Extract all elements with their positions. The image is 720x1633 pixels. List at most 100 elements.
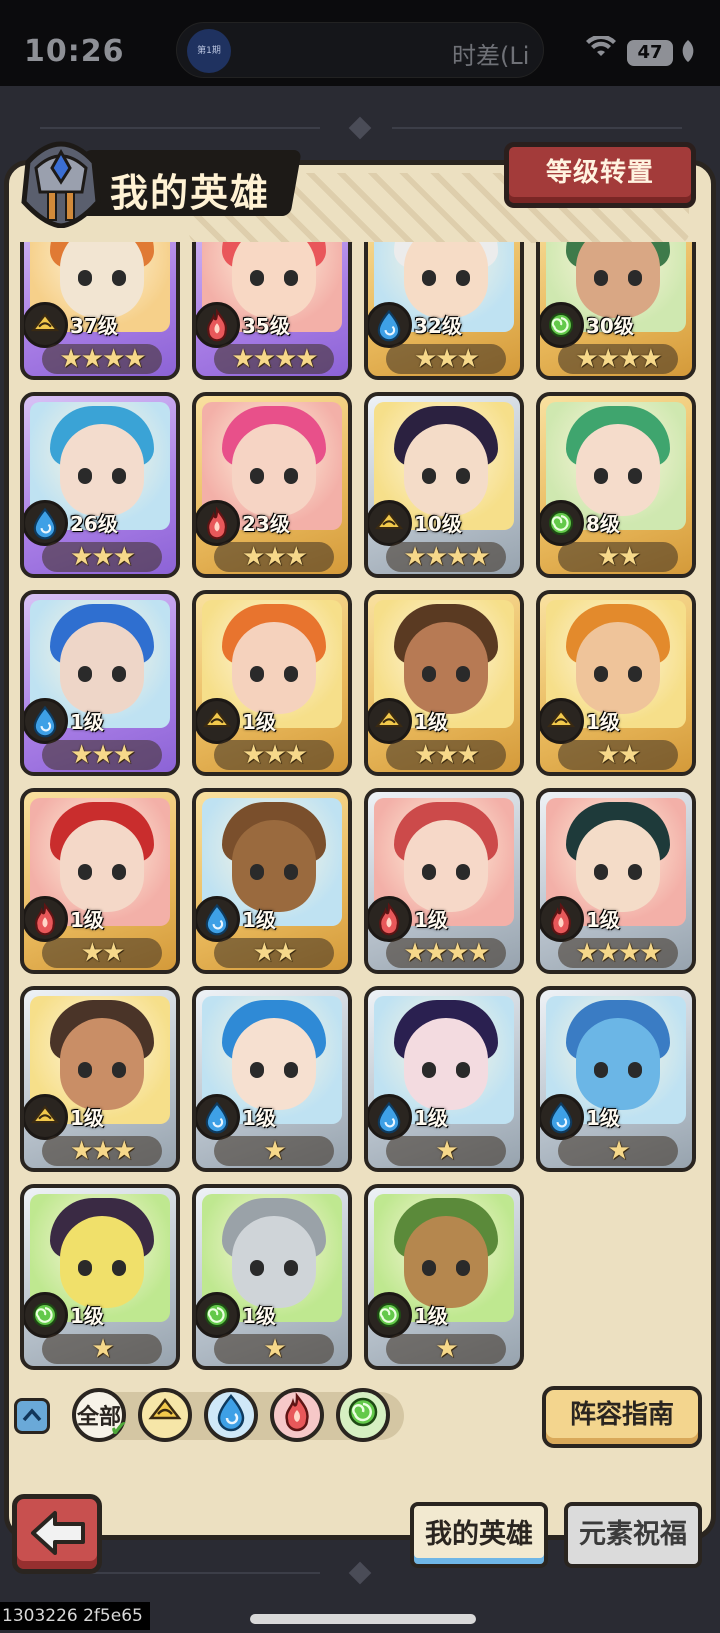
back-button[interactable]	[12, 1494, 102, 1574]
hero-card[interactable]: 1级 ★	[536, 986, 696, 1172]
earth-icon	[368, 698, 412, 744]
hero-level: 1级	[414, 710, 448, 734]
hero-stars: ★★★	[42, 740, 162, 770]
wind-swirl-icon	[540, 302, 584, 348]
hero-card[interactable]: 1级 ★★★	[192, 590, 352, 776]
hero-card[interactable]: 1级 ★★	[536, 590, 696, 776]
water-drop-icon	[196, 896, 240, 942]
level-reset-button[interactable]: 等级转置	[504, 142, 696, 208]
hero-card[interactable]: 32级 ★★★	[364, 242, 524, 380]
app-logo-icon: 第1期	[187, 29, 231, 73]
fire-icon	[196, 500, 240, 546]
earth-icon	[145, 1392, 185, 1439]
water-drop-icon	[368, 302, 412, 348]
status-carrier: 时差(Li	[452, 42, 530, 70]
fire-icon	[368, 896, 412, 942]
hero-grid[interactable]: 37级 ★★★★ 35级 ★★★★ 32级 ★★★ 30级 ★★★★ 26级 ★★★ 23级 ★★★ 1…	[20, 242, 700, 1392]
hero-card[interactable]: 1级 ★	[364, 986, 524, 1172]
filter-fire[interactable]	[270, 1388, 324, 1442]
helmet-icon	[21, 141, 101, 228]
fire-icon	[540, 896, 584, 942]
tab-my-heroes[interactable]: 我的英雄	[410, 1502, 548, 1568]
hero-stars: ★★★	[42, 1136, 162, 1166]
hero-card[interactable]: 35级 ★★★★	[192, 242, 352, 380]
hero-stars: ★★★	[42, 542, 162, 572]
earth-icon	[24, 302, 68, 348]
home-indicator[interactable]	[250, 1614, 476, 1624]
hero-card[interactable]: 1级 ★	[20, 1184, 180, 1370]
earth-icon	[540, 698, 584, 744]
hero-level: 1级	[242, 1106, 276, 1130]
wind-swirl-icon	[24, 1292, 68, 1338]
hero-stars: ★	[386, 1136, 506, 1166]
hero-stars: ★★★★	[558, 938, 678, 968]
hero-card[interactable]: 26级 ★★★	[20, 392, 180, 578]
page-header: 我的英雄	[18, 128, 302, 228]
hero-card[interactable]: 1级 ★	[364, 1184, 524, 1370]
hero-card[interactable]: 23级 ★★★	[192, 392, 352, 578]
hero-stars: ★★★★	[386, 938, 506, 968]
hero-level: 1级	[70, 1304, 104, 1328]
hero-level: 1级	[70, 908, 104, 932]
element-filter-bar: 全部 ✔	[14, 1388, 404, 1444]
hero-level: 1级	[414, 1304, 448, 1328]
hero-card[interactable]: 1级 ★★★	[20, 590, 180, 776]
fire-icon	[277, 1391, 317, 1439]
decorative-diamond	[348, 1561, 372, 1585]
filter-all[interactable]: 全部 ✔	[72, 1388, 128, 1442]
collapse-up-button[interactable]	[14, 1398, 50, 1434]
hero-card[interactable]: 1级 ★★	[20, 788, 180, 974]
hero-stars: ★★★★	[558, 344, 678, 374]
hero-card[interactable]: 37级 ★★★★	[20, 242, 180, 380]
hero-stars: ★	[42, 1334, 162, 1364]
hero-level: 1级	[586, 710, 620, 734]
hero-level: 32级	[414, 314, 462, 338]
checkmark-icon: ✔	[109, 1417, 128, 1442]
lineup-guide-button[interactable]: 阵容指南	[542, 1386, 702, 1448]
hero-card[interactable]: 1级 ★★★★	[536, 788, 696, 974]
hero-card[interactable]: 10级 ★★★★	[364, 392, 524, 578]
water-drop-icon	[24, 500, 68, 546]
leaf-icon	[681, 40, 695, 67]
wind-swirl-icon	[368, 1292, 412, 1338]
hero-stars: ★★★★	[214, 344, 334, 374]
hero-level: 1级	[70, 710, 104, 734]
hero-card[interactable]: 1级 ★★★★	[364, 788, 524, 974]
hero-stars: ★★★	[386, 740, 506, 770]
hero-stars: ★	[214, 1334, 334, 1364]
earth-icon	[24, 1094, 68, 1140]
hero-stars: ★★★	[214, 542, 334, 572]
status-time: 10:26	[24, 34, 125, 69]
hero-stars: ★★★★	[386, 542, 506, 572]
hero-card[interactable]: 1级 ★★★	[20, 986, 180, 1172]
hero-card[interactable]: 1级 ★	[192, 986, 352, 1172]
hero-level: 1级	[242, 1304, 276, 1328]
hero-level: 10级	[414, 512, 462, 536]
hero-stars: ★	[558, 1136, 678, 1166]
water-drop-icon	[24, 698, 68, 744]
filter-wind[interactable]	[336, 1388, 390, 1442]
hero-level: 37级	[70, 314, 118, 338]
filter-water[interactable]	[204, 1388, 258, 1442]
hero-card[interactable]: 30级 ★★★★	[536, 242, 696, 380]
water-drop-icon	[368, 1094, 412, 1140]
hero-level: 1级	[586, 1106, 620, 1130]
hero-level: 1级	[414, 1106, 448, 1130]
tab-element-blessing[interactable]: 元素祝福	[564, 1502, 702, 1568]
hero-stars: ★	[214, 1136, 334, 1166]
earth-icon	[368, 500, 412, 546]
filter-earth[interactable]	[138, 1388, 192, 1442]
hero-stars: ★★	[558, 740, 678, 770]
build-id: 1303226 2f5e65	[0, 1602, 150, 1630]
hero-level: 35级	[242, 314, 290, 338]
wind-swirl-icon	[540, 500, 584, 546]
hero-level: 1级	[70, 1106, 104, 1130]
hero-stars: ★★	[42, 938, 162, 968]
hero-card[interactable]: 8级 ★★	[536, 392, 696, 578]
wind-swirl-icon	[343, 1392, 383, 1439]
hero-card[interactable]: 1级 ★★	[192, 788, 352, 974]
hero-stars: ★	[386, 1334, 506, 1364]
hero-card[interactable]: 1级 ★★★	[364, 590, 524, 776]
hero-level: 23级	[242, 512, 290, 536]
hero-card[interactable]: 1级 ★	[192, 1184, 352, 1370]
